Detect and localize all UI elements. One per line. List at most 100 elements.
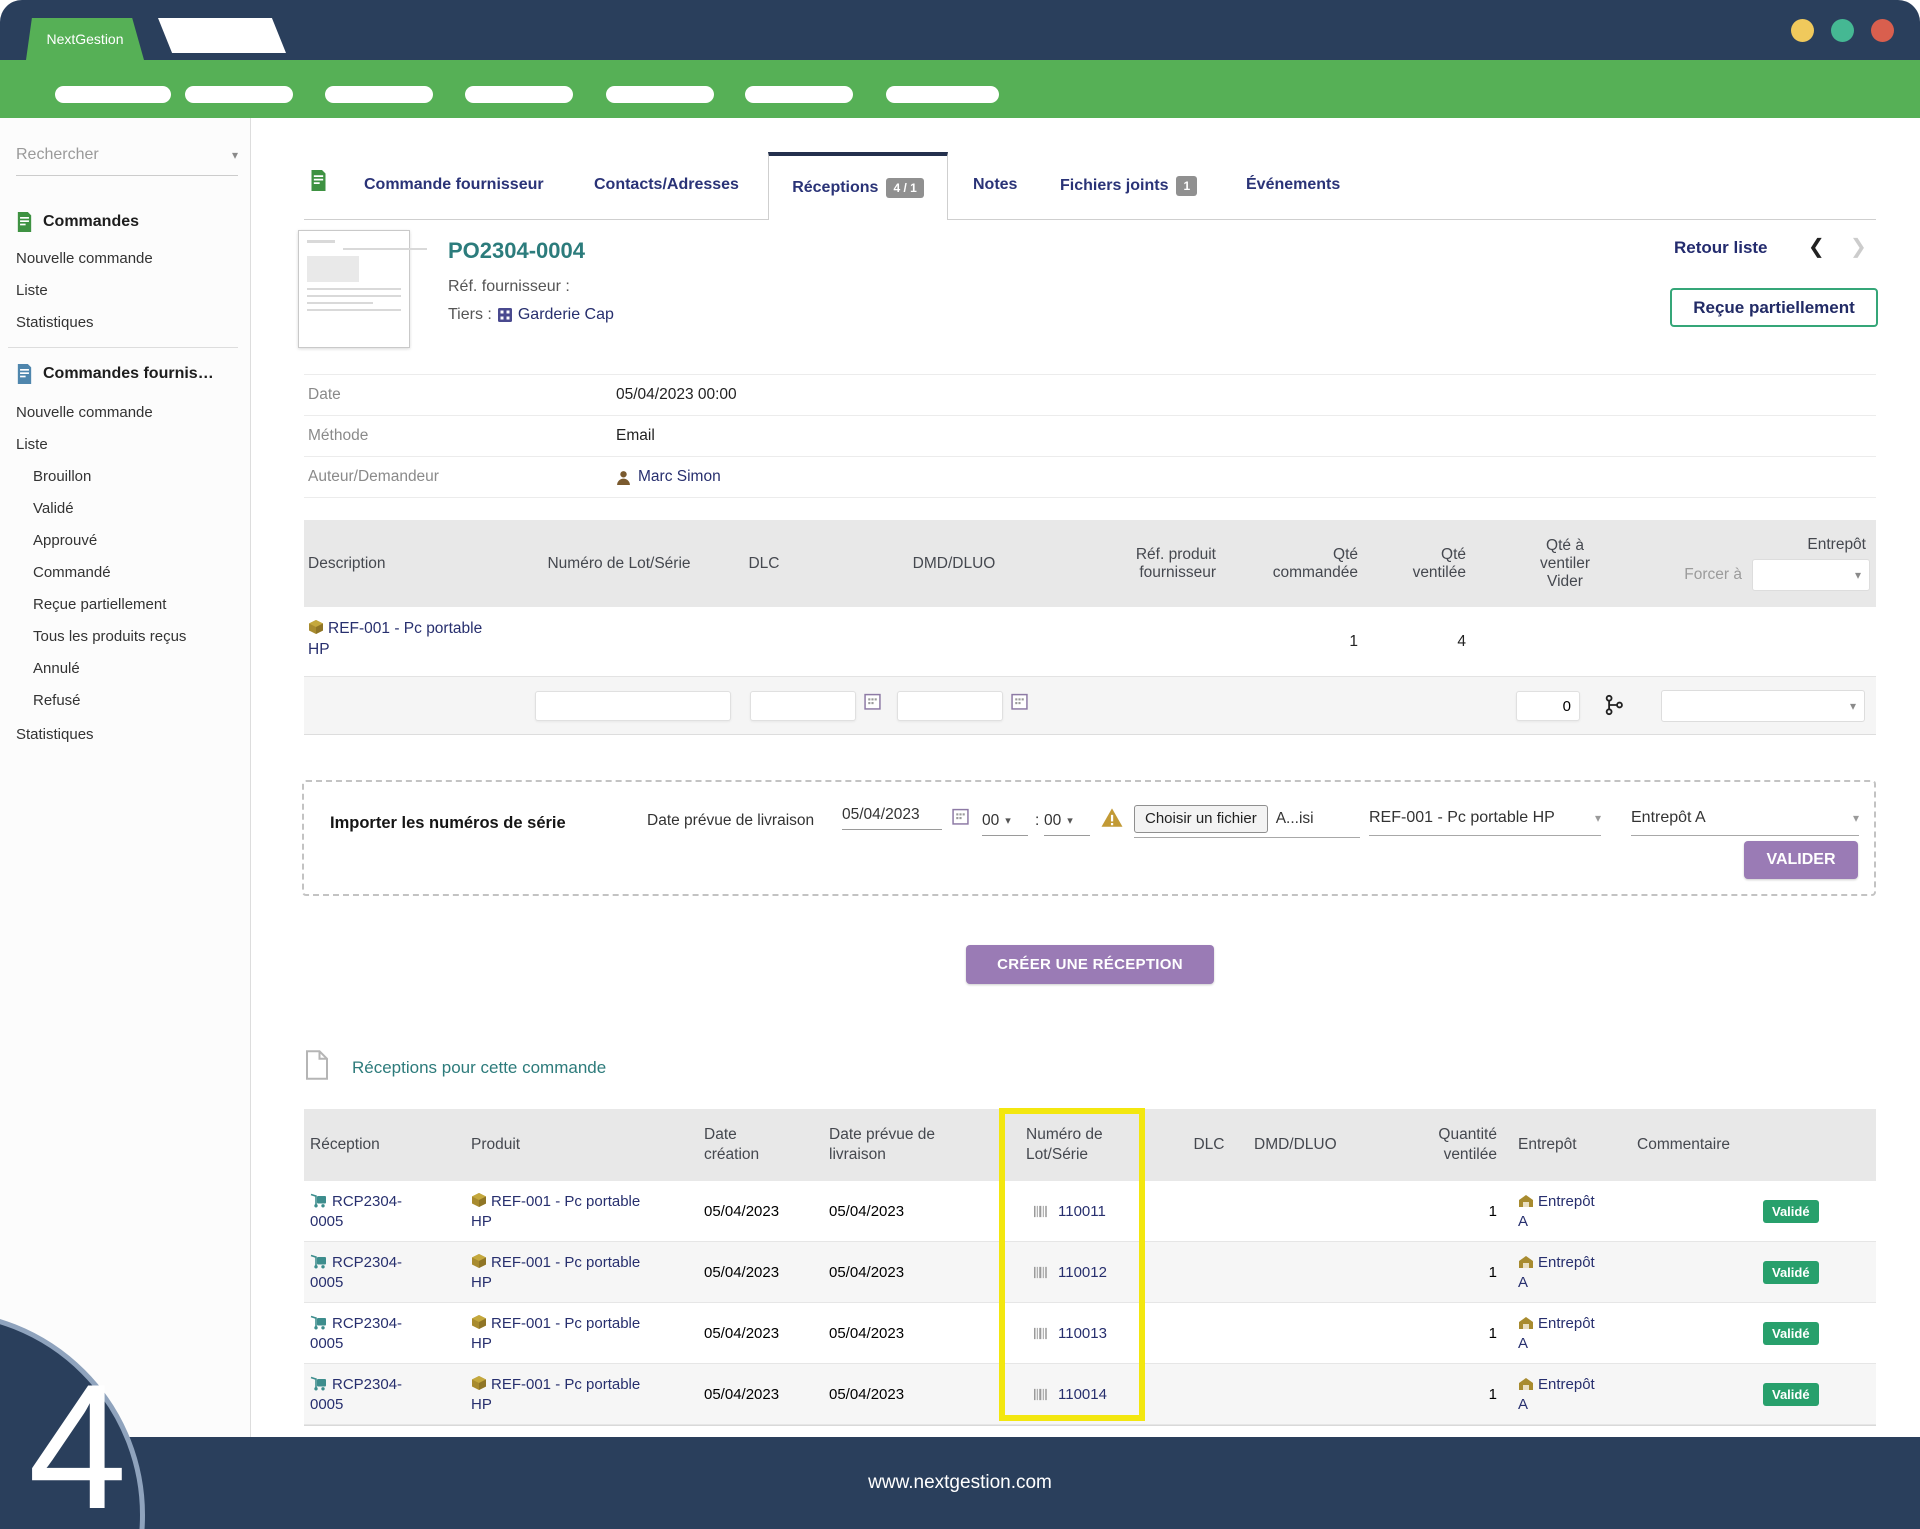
sidebar-item-statistiques[interactable]: Statistiques — [16, 314, 94, 331]
sidebar-divider — [8, 347, 238, 348]
tab-commande-fournisseur[interactable]: Commande fournisseur — [364, 176, 544, 194]
qty-ventilee: 1 — [1417, 1181, 1497, 1242]
author-link[interactable]: Marc Simon — [638, 468, 721, 486]
sidebar-item-tous-produits-recus[interactable]: Tous les produits reçus — [33, 628, 186, 645]
warehouse-link[interactable]: Entrepôt A — [1518, 1303, 1613, 1364]
sidebar-section-title: Commandes fournis… — [43, 365, 214, 383]
search-input[interactable]: Rechercher ▾ — [16, 146, 238, 176]
window-maximize-button[interactable] — [1831, 19, 1854, 42]
window-close-button[interactable] — [1871, 19, 1894, 42]
valider-button[interactable]: VALIDER — [1744, 841, 1858, 879]
supplier-ref-label: Réf. fournisseur : — [448, 278, 570, 296]
menu-pill-5[interactable] — [606, 86, 714, 103]
tab-receptions[interactable]: Réceptions 4 / 1 — [768, 152, 948, 220]
thumbnail-line — [343, 248, 428, 250]
menu-pill-6[interactable] — [745, 86, 853, 103]
sidebar-item-liste[interactable]: Liste — [16, 282, 48, 299]
qty-ventilee: 1 — [1417, 1364, 1497, 1425]
back-to-list-link[interactable]: Retour liste — [1674, 238, 1768, 258]
tiers-row: Tiers : Garderie Cap — [448, 306, 614, 324]
tab-fichiers-joints[interactable]: Fichiers joints 1 — [1060, 176, 1197, 196]
thumbnail-line — [307, 240, 335, 243]
tab-notes[interactable]: Notes — [973, 176, 1017, 194]
product-link[interactable]: REF-001 - Pc portable HP — [471, 1242, 661, 1303]
product-link[interactable]: REF-001 - Pc portable HP — [471, 1303, 661, 1364]
menu-pill-3[interactable] — [325, 86, 433, 103]
footer-url: www.nextgestion.com — [868, 1472, 1052, 1494]
date-prevue: 05/04/2023 — [829, 1364, 904, 1425]
sidebar-item-refuse[interactable]: Refusé — [33, 692, 81, 709]
vider-link[interactable]: Vider — [1547, 573, 1583, 591]
reception-link[interactable]: RCP2304-0005 — [310, 1364, 428, 1425]
hour-select[interactable]: 00▾ — [982, 806, 1028, 836]
lot-serial-input[interactable] — [535, 691, 731, 721]
menu-pill-7[interactable] — [886, 86, 999, 103]
tab-evenements[interactable]: Événements — [1246, 176, 1340, 194]
file-input[interactable]: Choisir un fichier A...isi — [1134, 800, 1360, 838]
chevron-down-icon: ▾ — [1850, 699, 1856, 713]
sidebar-item-recue-partiellement[interactable]: Reçue partiellement — [33, 596, 166, 613]
warehouse-link[interactable]: Entrepôt A — [1518, 1364, 1613, 1425]
serial-link[interactable]: 110012 — [1034, 1242, 1107, 1303]
next-record-icon[interactable]: ❯ — [1850, 234, 1867, 259]
sidebar-item-valide[interactable]: Validé — [33, 500, 74, 517]
tiers-link[interactable]: Garderie Cap — [518, 306, 614, 324]
product-link[interactable]: REF-001 - Pc portable HP — [471, 1181, 661, 1242]
sidebar-item-nouvelle-commande[interactable]: Nouvelle commande — [16, 250, 153, 267]
sidebar-item-brouillon[interactable]: Brouillon — [33, 468, 91, 485]
warehouse-link[interactable]: Entrepôt A — [1518, 1181, 1613, 1242]
sidebar-item-commande[interactable]: Commandé — [33, 564, 111, 581]
calendar-icon[interactable] — [952, 808, 969, 830]
force-warehouse-select[interactable]: ▾ — [1752, 559, 1870, 591]
tab-contacts-adresses[interactable]: Contacts/Adresses — [594, 176, 739, 194]
dispatch-product-row: REF-001 - Pc portable HP 1 4 — [304, 607, 1876, 677]
sidebar-item-approuve[interactable]: Approuvé — [33, 532, 97, 549]
sidebar-item-fournisseur-liste[interactable]: Liste — [16, 436, 48, 453]
warehouse-link[interactable]: Entrepôt A — [1518, 1242, 1613, 1303]
sidebar-item-fournisseur-statistiques[interactable]: Statistiques — [16, 726, 94, 743]
reception-link[interactable]: RCP2304-0005 — [310, 1242, 428, 1303]
product-link[interactable]: REF-001 - Pc portable HP — [471, 1364, 661, 1425]
qty-to-dispatch-input[interactable] — [1516, 691, 1580, 721]
sidebar-item-fournisseur-nouvelle-commande[interactable]: Nouvelle commande — [16, 404, 153, 421]
serial-link[interactable]: 110011 — [1034, 1181, 1106, 1242]
dispatch-table-header: Description Numéro de Lot/Série DLC DMD/… — [304, 520, 1876, 607]
serial-link[interactable]: 110013 — [1034, 1303, 1107, 1364]
choose-file-button[interactable]: Choisir un fichier — [1134, 805, 1268, 833]
reception-link[interactable]: RCP2304-0005 — [310, 1303, 428, 1364]
app-window: NextGestion Rechercher ▾ Commandes Nouve… — [0, 0, 1920, 1529]
import-warehouse-select[interactable]: Entrepôt A ▾ — [1631, 800, 1859, 836]
status-badge: Validé — [1763, 1261, 1819, 1284]
minute-select[interactable]: 00▾ — [1044, 806, 1090, 836]
create-reception-button[interactable]: CRÉER UNE RÉCEPTION — [966, 945, 1214, 984]
status-cell: Validé — [1763, 1181, 1819, 1242]
split-line-icon[interactable] — [1604, 694, 1624, 721]
main-menu-bar — [0, 60, 1920, 118]
import-product-select[interactable]: REF-001 - Pc portable HP ▾ — [1369, 800, 1601, 836]
menu-pill-2[interactable] — [185, 86, 293, 103]
menu-pill-1[interactable] — [55, 86, 171, 103]
document-thumbnail[interactable] — [298, 230, 410, 348]
reception-link[interactable]: RCP2304-0005 — [310, 1181, 428, 1242]
dmd-date-input[interactable] — [897, 691, 1003, 721]
product-link[interactable]: REF-001 - Pc portable HP — [308, 619, 508, 661]
selected-warehouse: Entrepôt A — [1631, 809, 1706, 827]
window-minimize-button[interactable] — [1791, 19, 1814, 42]
previous-record-icon[interactable]: ❮ — [1808, 234, 1825, 259]
status-badge-button[interactable]: Reçue partiellement — [1670, 288, 1878, 327]
product-label: REF-001 - Pc portable HP — [471, 1376, 640, 1413]
warehouse-select[interactable]: ▾ — [1661, 690, 1865, 722]
product-label: REF-001 - Pc portable HP — [471, 1315, 640, 1352]
browser-tab-placeholder[interactable] — [158, 18, 286, 53]
date-creation: 05/04/2023 — [704, 1364, 779, 1425]
calendar-icon[interactable] — [864, 693, 881, 715]
browser-titlebar: NextGestion — [0, 0, 1920, 60]
sidebar-item-annule[interactable]: Annulé — [33, 660, 80, 677]
window-controls — [1791, 19, 1894, 42]
dlc-date-input[interactable] — [750, 691, 856, 721]
delivery-date-input[interactable] — [842, 800, 942, 830]
calendar-icon[interactable] — [1011, 693, 1028, 715]
tab-label: Fichiers joints — [1060, 177, 1168, 195]
menu-pill-4[interactable] — [465, 86, 573, 103]
serial-link[interactable]: 110014 — [1034, 1364, 1107, 1425]
